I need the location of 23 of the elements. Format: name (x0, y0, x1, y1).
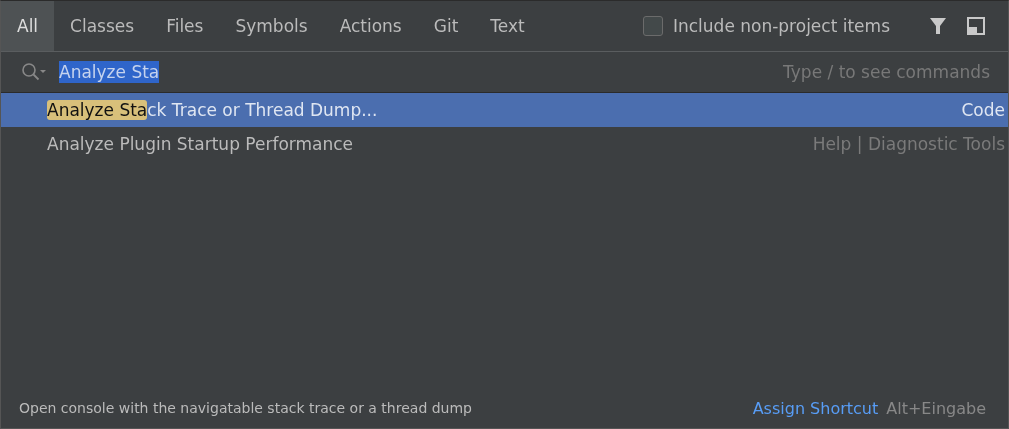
search-icon[interactable] (21, 62, 47, 82)
action-description: Open console with the navigatable stack trace or a thread dump (19, 400, 472, 416)
result-row[interactable]: Analyze Plugin Startup Performance Help | Diagnostic Tools (1, 127, 1008, 161)
checkbox[interactable] (642, 16, 663, 36)
search-hint: Type / to see commands (783, 62, 990, 82)
shortcut-text: Alt+Eingabe (886, 398, 986, 418)
tab[interactable]: Files (150, 1, 220, 51)
search-field[interactable]: Analyze Sta (59, 62, 784, 82)
result-location: Help | Diagnostic Tools (812, 134, 1005, 154)
tab[interactable]: Actions (323, 1, 418, 51)
result-name: Analyze Plugin Startup Performance (47, 134, 355, 154)
window-icon[interactable] (966, 16, 986, 36)
tab[interactable]: All (1, 1, 55, 51)
result-row[interactable]: Analyze Stack Trace or Thread Dump... Code (1, 93, 1008, 127)
tab[interactable]: Text (474, 1, 541, 51)
checkbox-label[interactable]: Include non-project items (672, 16, 890, 36)
assign-shortcut-link[interactable]: Assign Shortcut (752, 398, 879, 418)
tab[interactable]: Git (417, 1, 475, 51)
tab[interactable]: Symbols (219, 1, 324, 51)
filter-icon[interactable] (928, 16, 948, 36)
tab[interactable]: Classes (54, 1, 151, 51)
result-location: Code (961, 100, 1005, 120)
result-name: Analyze Stack Trace or Thread Dump... (47, 100, 379, 120)
